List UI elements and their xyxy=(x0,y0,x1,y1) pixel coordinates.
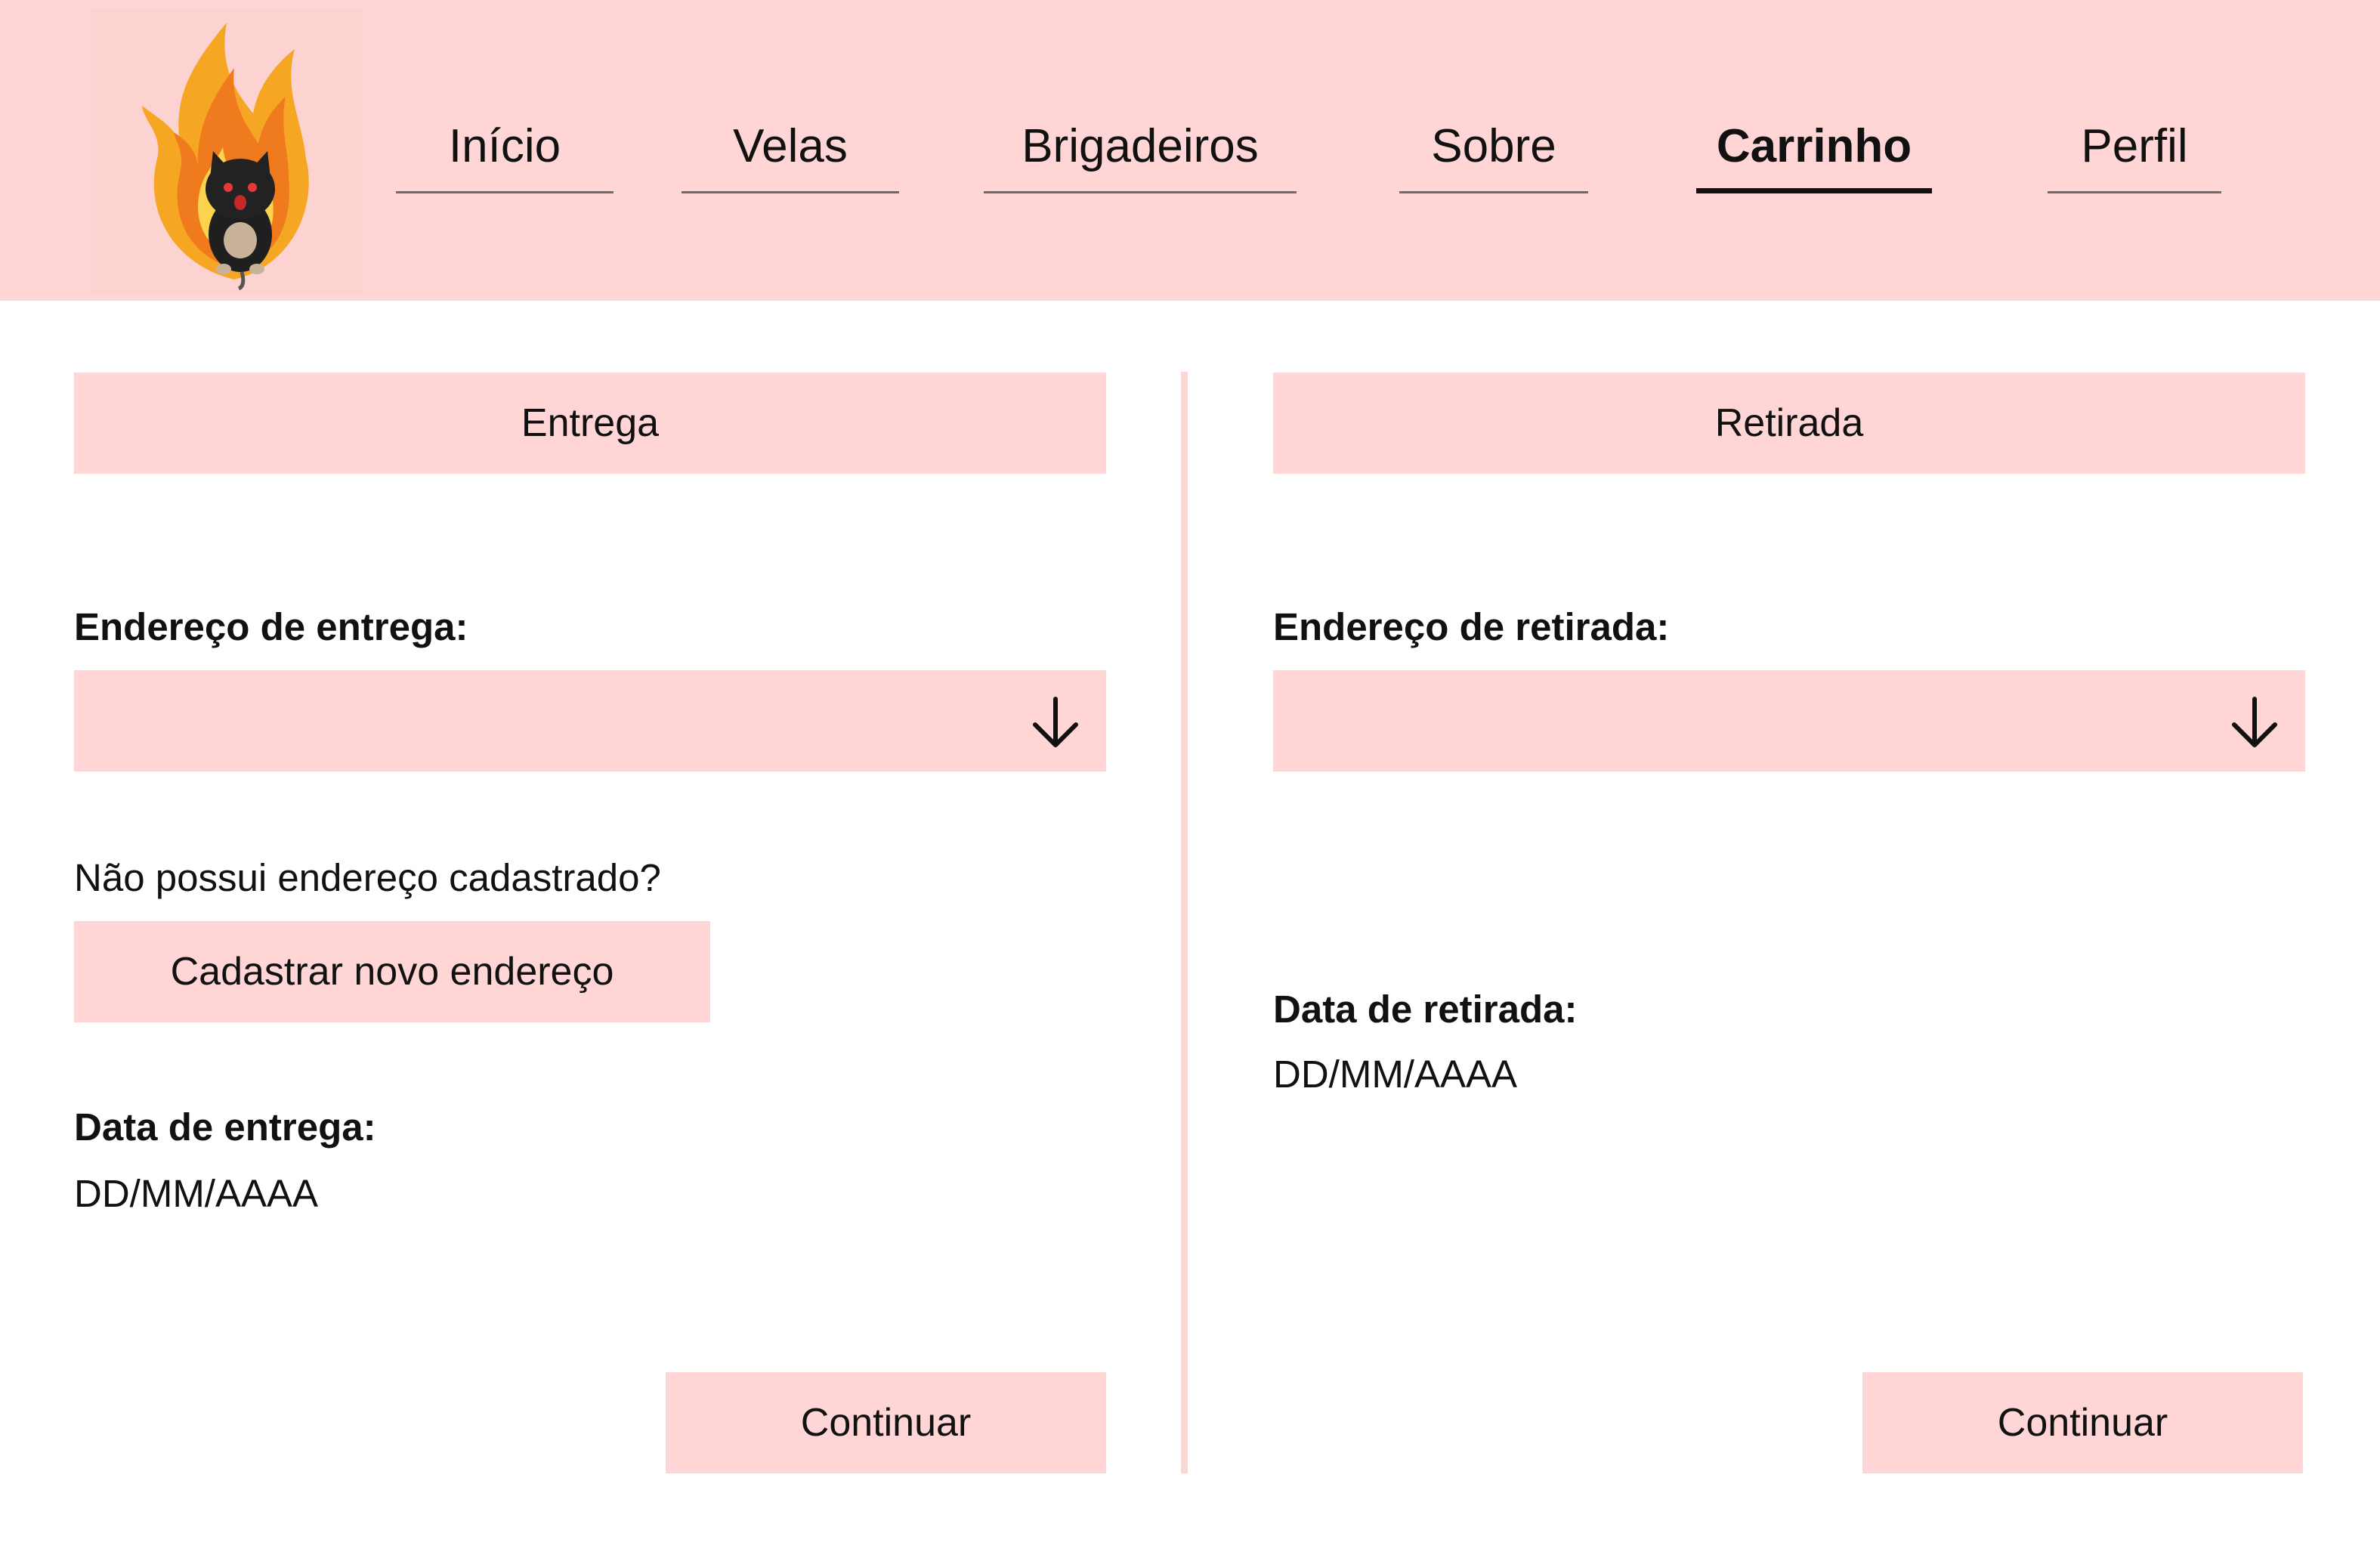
pickup-continue-button[interactable]: Continuar xyxy=(1862,1372,2303,1473)
nav-item-brigadeiros[interactable]: Brigadeiros xyxy=(984,106,1297,193)
delivery-continue-button[interactable]: Continuar xyxy=(666,1372,1106,1473)
pickup-date-label: Data de retirada: xyxy=(1273,988,1578,1031)
arrow-down-icon xyxy=(1033,697,1078,747)
nav-item-perfil[interactable]: Perfil xyxy=(2048,106,2221,193)
top-navigation-bar: Início Velas Brigadeiros Sobre Carrinho … xyxy=(0,0,2380,301)
nav-item-inicio[interactable]: Início xyxy=(396,106,614,193)
delivery-address-label: Endereço de entrega: xyxy=(74,605,468,648)
arrow-down-icon xyxy=(2232,697,2277,747)
delivery-date-label: Data de entrega: xyxy=(74,1105,376,1149)
flaming-cat-logo[interactable] xyxy=(91,8,363,295)
delivery-date-input[interactable]: DD/MM/AAAA xyxy=(74,1171,318,1216)
nav-item-sobre[interactable]: Sobre xyxy=(1399,106,1588,193)
column-divider xyxy=(1181,372,1188,1473)
register-address-button[interactable]: Cadastrar novo endereço xyxy=(74,921,710,1022)
pickup-date-input[interactable]: DD/MM/AAAA xyxy=(1273,1052,1517,1096)
delivery-address-select[interactable] xyxy=(74,670,1106,771)
delivery-tab-button[interactable]: Entrega xyxy=(74,373,1106,474)
logo-image xyxy=(142,23,309,291)
nav-item-carrinho[interactable]: Carrinho xyxy=(1696,106,1932,193)
pickup-address-select[interactable] xyxy=(1273,670,2305,771)
no-address-text: Não possui endereço cadastrado? xyxy=(74,856,661,899)
pickup-tab-button[interactable]: Retirada xyxy=(1273,373,2305,474)
pickup-address-label: Endereço de retirada: xyxy=(1273,605,1670,648)
nav-item-velas[interactable]: Velas xyxy=(682,106,899,193)
